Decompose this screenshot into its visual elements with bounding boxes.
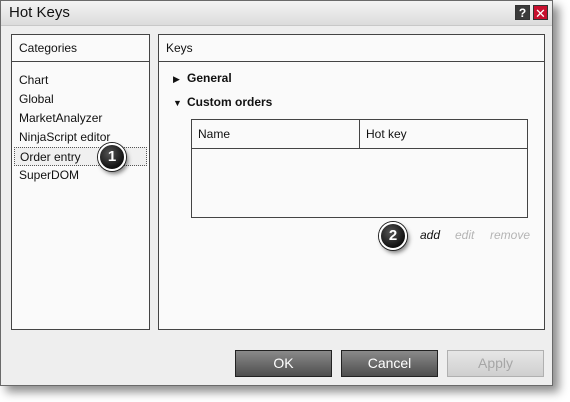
expand-arrow-icon[interactable]: ▶ — [173, 74, 187, 85]
add-link[interactable]: add — [420, 228, 440, 242]
group-label: General — [187, 71, 232, 85]
category-item-chart[interactable]: Chart — [12, 71, 149, 90]
category-item-superdom[interactable]: SuperDOM — [12, 166, 149, 185]
collapse-arrow-icon[interactable]: ▼ — [173, 98, 187, 108]
category-item-order-entry[interactable]: Order entry — [14, 147, 147, 166]
hot-keys-dialog: Hot Keys ? ✕ Categories Chart Global Mar… — [0, 0, 553, 386]
close-icon[interactable]: ✕ — [533, 5, 548, 21]
ok-button[interactable]: OK — [235, 350, 332, 377]
window-title: Hot Keys — [9, 4, 70, 21]
group-custom-orders[interactable]: ▼ Custom orders — [173, 95, 272, 109]
callout-badge-2: 2 — [379, 222, 407, 250]
title-bar[interactable]: Hot Keys ? ✕ — [1, 1, 552, 26]
categories-panel: Categories Chart Global MarketAnalyzer N… — [11, 34, 150, 330]
remove-link[interactable]: remove — [490, 228, 530, 242]
category-item-ninjascript-editor[interactable]: NinjaScript editor — [12, 128, 149, 147]
category-item-global[interactable]: Global — [12, 90, 149, 109]
grid-header: Name Hot key — [192, 120, 527, 149]
edit-link[interactable]: edit — [455, 228, 474, 242]
group-general[interactable]: ▶ General — [173, 71, 232, 85]
keys-header: Keys — [159, 35, 544, 62]
keys-panel: Keys ▶ General ▼ Custom orders Name Hot ke… — [158, 34, 545, 330]
categories-list: Chart Global MarketAnalyzer NinjaScript … — [12, 71, 149, 185]
custom-orders-grid[interactable]: Name Hot key — [191, 119, 528, 218]
column-header-name[interactable]: Name — [192, 120, 360, 148]
apply-button[interactable]: Apply — [447, 350, 544, 377]
category-item-marketanalyzer[interactable]: MarketAnalyzer — [12, 109, 149, 128]
callout-badge-1: 1 — [98, 143, 126, 171]
categories-header: Categories — [12, 35, 149, 62]
column-header-hot-key[interactable]: Hot key — [360, 120, 527, 148]
cancel-button[interactable]: Cancel — [341, 350, 438, 377]
help-icon[interactable]: ? — [515, 5, 530, 20]
group-label: Custom orders — [187, 95, 273, 109]
